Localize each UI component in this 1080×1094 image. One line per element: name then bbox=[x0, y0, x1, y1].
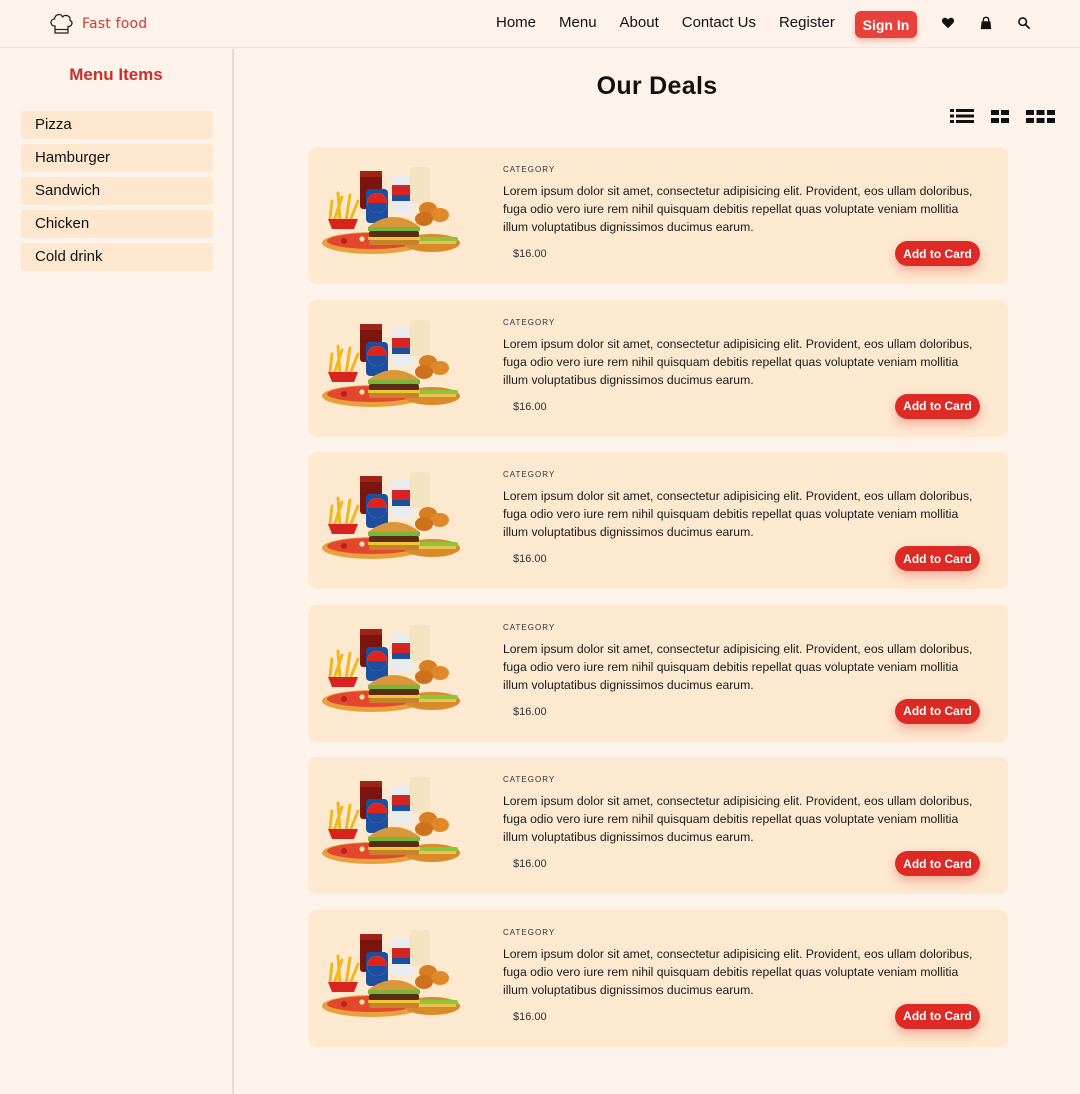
list-view-icon[interactable] bbox=[950, 108, 974, 124]
nav-home-link[interactable]: Home bbox=[496, 14, 536, 31]
sidebar: Menu Items Pizza Hamburger Sandwich Chic… bbox=[0, 49, 234, 1094]
page-title: Our Deals bbox=[596, 72, 718, 100]
deal-description: Lorem ipsum dolor sit amet, consectetur … bbox=[503, 946, 973, 997]
deal-card: CATEGORY Lorem ipsum dolor sit amet, con… bbox=[308, 147, 1008, 284]
add-to-cart-button[interactable]: Add to Card bbox=[895, 393, 980, 419]
menu-items-list: Pizza Hamburger Sandwich Chicken Cold dr… bbox=[21, 111, 213, 276]
sign-in-button[interactable]: Sign In bbox=[855, 11, 917, 38]
brand-name: Fast food bbox=[82, 16, 148, 32]
deal-image bbox=[320, 318, 462, 408]
sidebar-item-sandwich[interactable]: Sandwich bbox=[21, 177, 213, 205]
nav-contact-link[interactable]: Contact Us bbox=[682, 14, 756, 31]
deal-image bbox=[320, 775, 462, 866]
nav-register-link[interactable]: Register bbox=[779, 14, 835, 31]
sidebar-item-pizza[interactable]: Pizza bbox=[21, 111, 213, 139]
deal-card: CATEGORY Lorem ipsum dolor sit amet, con… bbox=[308, 604, 1008, 742]
deal-price: $16.00 bbox=[513, 248, 547, 260]
add-to-cart-button[interactable]: Add to Card bbox=[895, 1003, 980, 1029]
navbar: Fast food Home Menu About Contact Us Reg… bbox=[0, 0, 1080, 48]
grid-2-view-icon[interactable] bbox=[991, 108, 1009, 124]
deal-price: $16.00 bbox=[513, 1010, 547, 1023]
deal-image bbox=[320, 470, 462, 561]
add-to-cart-button[interactable]: Add to Card bbox=[895, 546, 980, 571]
grid-3-view-icon[interactable] bbox=[1026, 108, 1055, 124]
deal-category: CATEGORY bbox=[503, 317, 556, 327]
search-icon[interactable] bbox=[1015, 14, 1033, 32]
add-to-cart-button[interactable]: Add to Card bbox=[895, 241, 980, 266]
deal-category: CATEGORY bbox=[503, 927, 556, 937]
deal-description: Lorem ipsum dolor sit amet, consectetur … bbox=[503, 184, 973, 234]
deal-price: $16.00 bbox=[513, 553, 547, 565]
deal-description: Lorem ipsum dolor sit amet, consectetur … bbox=[503, 641, 973, 692]
sidebar-item-hamburger[interactable]: Hamburger bbox=[21, 144, 213, 172]
deal-price: $16.00 bbox=[513, 400, 547, 413]
deals-list: CATEGORY Lorem ipsum dolor sit amet, con… bbox=[308, 147, 1008, 1062]
deal-card: CATEGORY Lorem ipsum dolor sit amet, con… bbox=[308, 299, 1008, 437]
deal-description: Lorem ipsum dolor sit amet, consectetur … bbox=[503, 489, 973, 539]
chef-hat-icon bbox=[50, 13, 73, 34]
deal-price: $16.00 bbox=[513, 705, 547, 718]
deal-card: CATEGORY Lorem ipsum dolor sit amet, con… bbox=[308, 757, 1008, 894]
deal-description: Lorem ipsum dolor sit amet, consectetur … bbox=[503, 794, 973, 844]
nav-menu-link[interactable]: Menu bbox=[559, 14, 597, 31]
nav-about-link[interactable]: About bbox=[620, 14, 659, 31]
deal-description: Lorem ipsum dolor sit amet, consectetur … bbox=[503, 336, 973, 387]
deal-image bbox=[320, 623, 462, 713]
main-nav: Home Menu About Contact Us Register bbox=[496, 14, 858, 31]
deal-image bbox=[320, 165, 462, 256]
deal-category: CATEGORY bbox=[503, 165, 556, 174]
deal-card: CATEGORY Lorem ipsum dolor sit amet, con… bbox=[308, 909, 1008, 1047]
deal-image bbox=[320, 928, 462, 1018]
deal-card: CATEGORY Lorem ipsum dolor sit amet, con… bbox=[308, 452, 1008, 589]
brand-logo[interactable]: Fast food bbox=[48, 10, 147, 38]
deal-category: CATEGORY bbox=[503, 775, 556, 784]
deal-category: CATEGORY bbox=[503, 622, 556, 632]
shopping-bag-icon[interactable] bbox=[977, 14, 995, 32]
sidebar-title: Menu Items bbox=[69, 65, 163, 84]
sidebar-item-cold-drink[interactable]: Cold drink bbox=[21, 243, 213, 271]
add-to-cart-button[interactable]: Add to Card bbox=[895, 698, 980, 724]
deal-category: CATEGORY bbox=[503, 470, 556, 479]
deal-price: $16.00 bbox=[513, 858, 547, 870]
add-to-cart-button[interactable]: Add to Card bbox=[895, 851, 980, 876]
sidebar-item-chicken[interactable]: Chicken bbox=[21, 210, 213, 238]
heart-icon[interactable] bbox=[939, 14, 957, 32]
